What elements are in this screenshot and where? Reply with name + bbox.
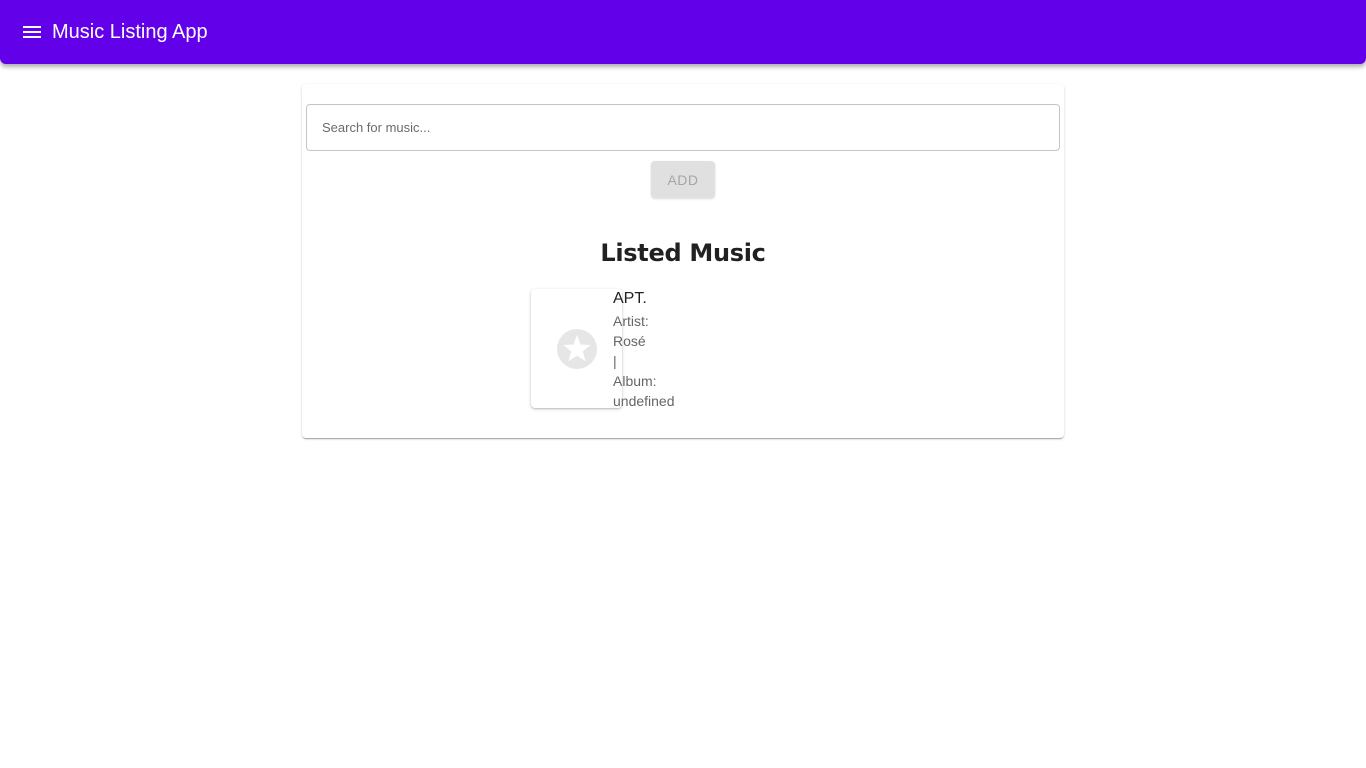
music-item-details: APT. Artist: Rosé | Album: undefined [613, 289, 753, 411]
menu-icon [23, 26, 41, 38]
album-thumbnail [531, 289, 622, 408]
app-bar: Music Listing App [0, 0, 1366, 64]
album-label: Album: [613, 373, 657, 389]
music-title: APT. [613, 290, 647, 307]
artist-label: Artist: [613, 313, 649, 329]
artist-name: Rosé [613, 333, 646, 349]
menu-button[interactable] [12, 12, 52, 52]
music-list-item[interactable]: APT. Artist: Rosé | Album: undefined [531, 289, 771, 409]
listed-music-heading: Listed Music [600, 239, 766, 267]
search-input[interactable] [306, 104, 1060, 151]
star-placeholder-icon [556, 328, 597, 369]
music-card: ADD Listed Music APT. Artist: Rosé | Alb… [302, 84, 1064, 438]
separator: | [613, 353, 617, 369]
app-title: Music Listing App [52, 21, 208, 43]
album-name: undefined [613, 393, 675, 409]
add-button[interactable]: ADD [651, 161, 715, 198]
